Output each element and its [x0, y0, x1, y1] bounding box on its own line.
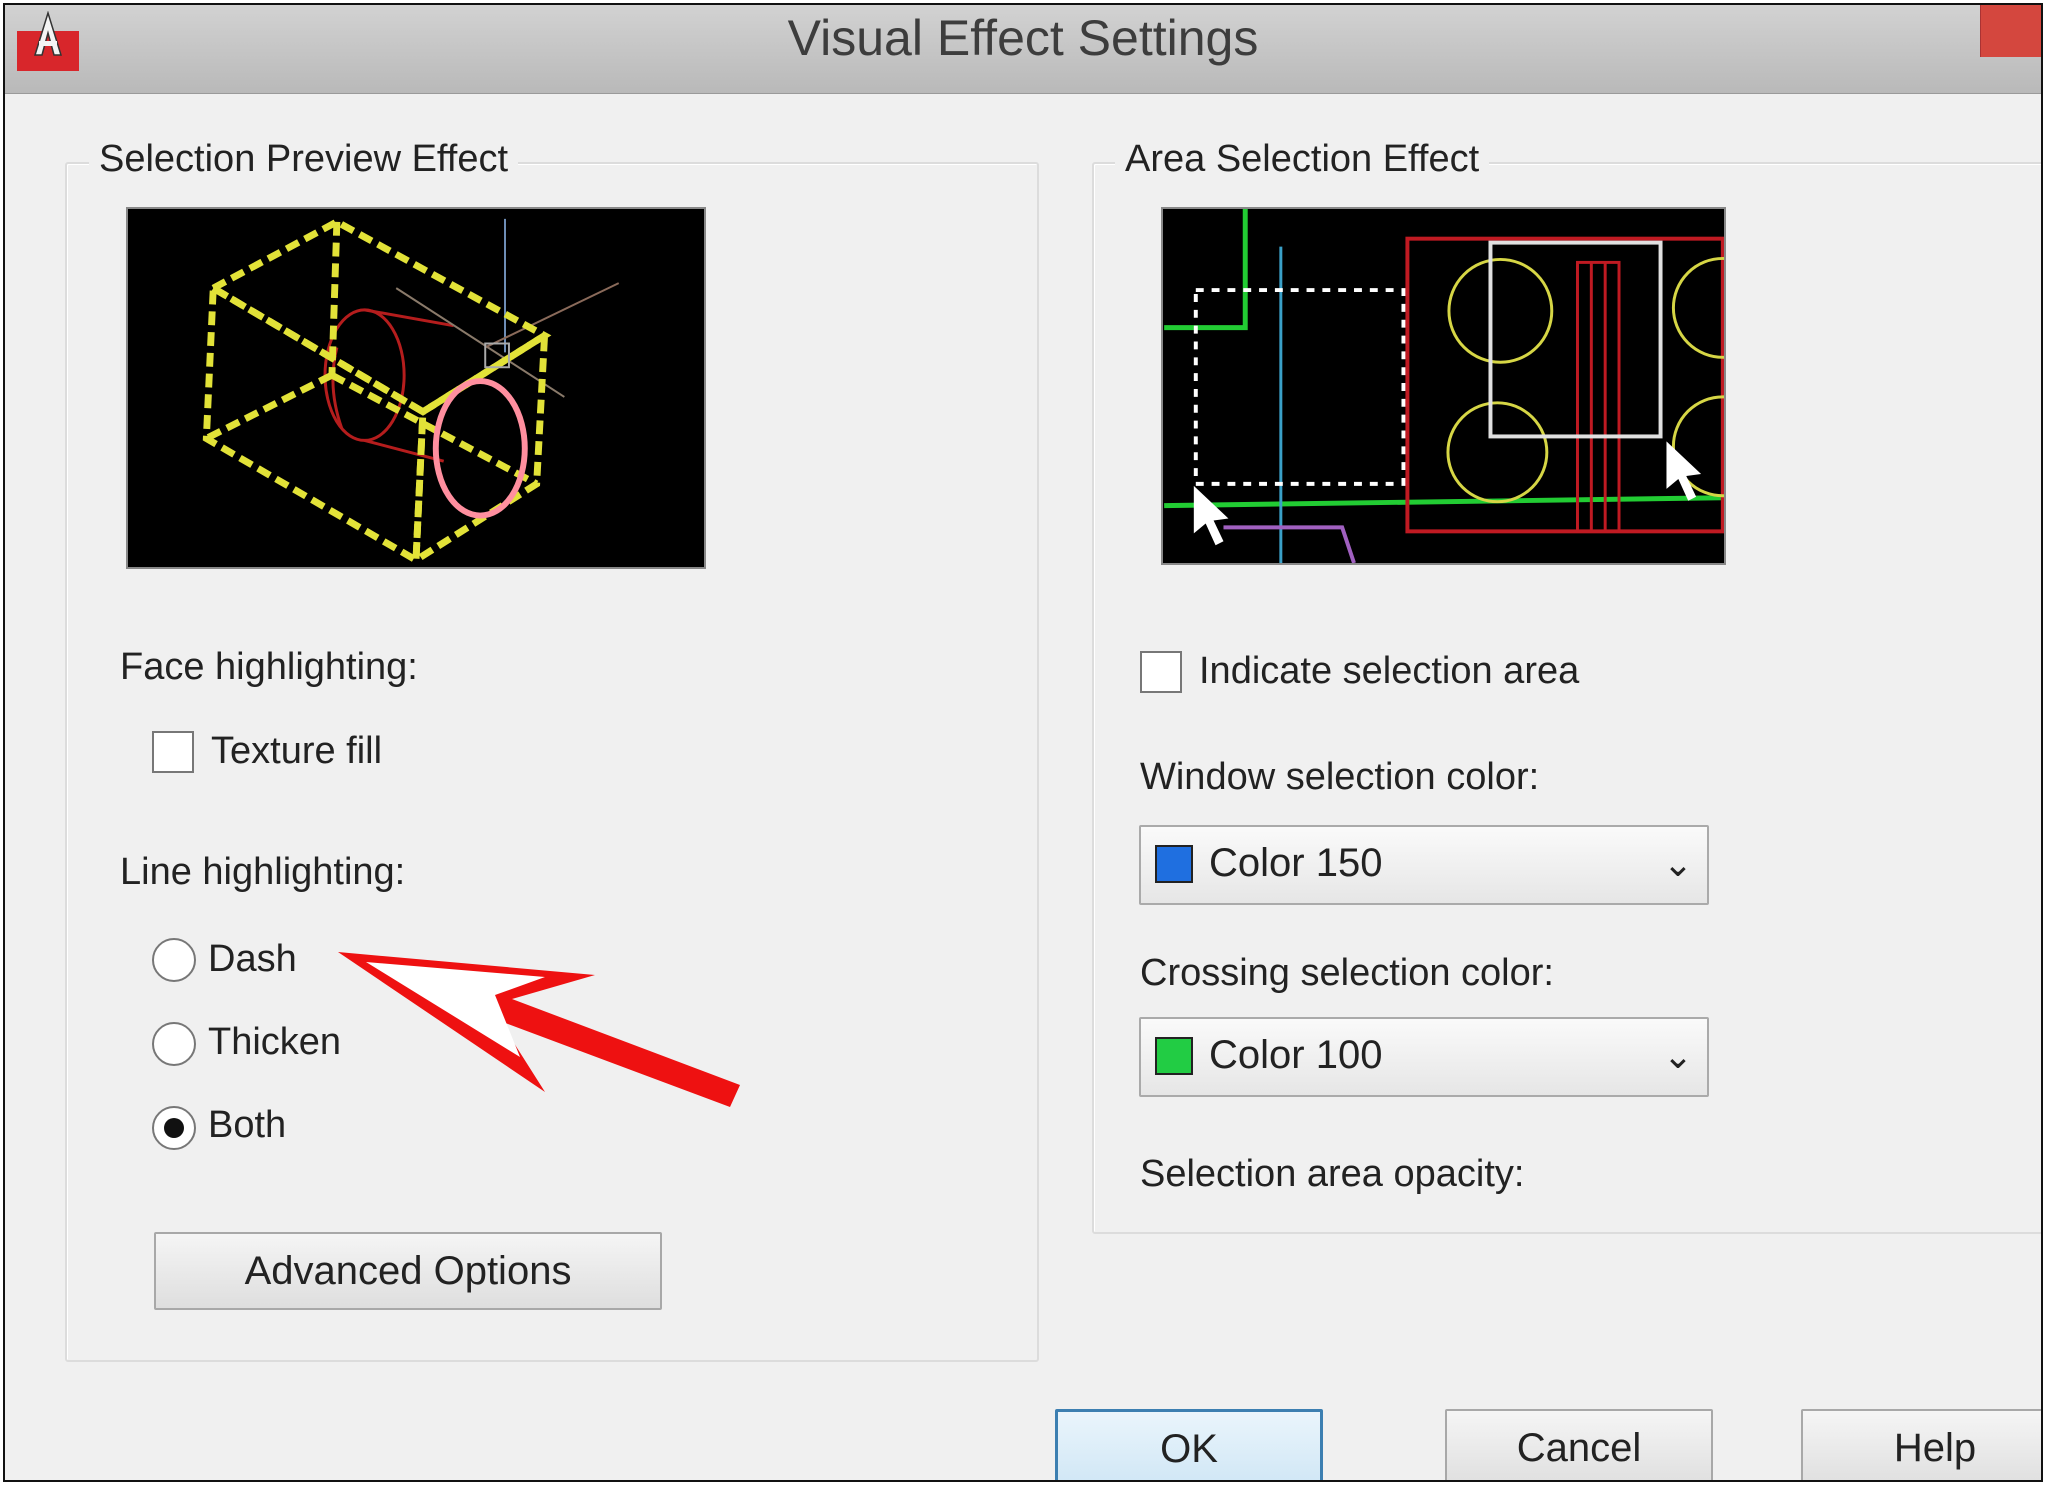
- window-color-swatch: [1155, 845, 1193, 883]
- crossing-selection-color-dropdown[interactable]: Color 100 ⌄: [1139, 1017, 1709, 1097]
- help-button[interactable]: Help: [1801, 1409, 2041, 1480]
- red-arrow-icon: [338, 952, 740, 1107]
- line-highlighting-label: Line highlighting:: [120, 851, 406, 893]
- crossing-color-swatch: [1155, 1037, 1193, 1075]
- thicken-radio-label[interactable]: Thicken: [208, 1021, 341, 1064]
- crossing-selection-color-label: Crossing selection color:: [1140, 952, 1554, 994]
- window-selection-color-dropdown[interactable]: Color 150 ⌄: [1139, 825, 1709, 905]
- chevron-down-icon: ⌄: [1662, 1035, 1693, 1076]
- selection-area-opacity-label: Selection area opacity:: [1140, 1153, 1525, 1195]
- indicate-selection-area-label[interactable]: Indicate selection area: [1199, 650, 1579, 693]
- both-radio-selected-dot: [164, 1118, 184, 1138]
- window-title: Visual Effect Settings: [787, 10, 1259, 66]
- both-radio-label[interactable]: Both: [208, 1104, 286, 1147]
- window-selection-color-label: Window selection color:: [1140, 756, 1540, 798]
- indicate-selection-area-checkbox[interactable]: [1140, 651, 1182, 693]
- chevron-down-icon: ⌄: [1662, 843, 1693, 884]
- texture-fill-label[interactable]: Texture fill: [211, 730, 382, 773]
- both-radio[interactable]: [152, 1106, 196, 1150]
- texture-fill-checkbox[interactable]: [152, 731, 194, 773]
- selection-preview-image: [126, 207, 706, 569]
- crossing-color-value: Color 100: [1209, 1033, 1383, 1077]
- cancel-button[interactable]: Cancel: [1445, 1409, 1713, 1480]
- ok-button[interactable]: OK: [1055, 1409, 1323, 1480]
- title-bar[interactable]: Visual Effect Settings: [5, 5, 2041, 94]
- area-selection-group-label: Area Selection Effect: [1115, 138, 1490, 181]
- thicken-radio[interactable]: [152, 1022, 196, 1066]
- window-color-value: Color 150: [1209, 841, 1383, 885]
- dash-radio[interactable]: [152, 938, 196, 982]
- area-selection-preview-image: [1161, 207, 1726, 565]
- face-highlighting-label: Face highlighting:: [120, 646, 418, 688]
- dash-radio-label[interactable]: Dash: [208, 938, 297, 981]
- selection-preview-group-label: Selection Preview Effect: [89, 138, 519, 181]
- advanced-options-button[interactable]: Advanced Options: [154, 1232, 662, 1310]
- visual-effect-settings-dialog: Visual Effect Settings Selection Preview…: [3, 3, 2043, 1482]
- close-button[interactable]: [1980, 5, 2041, 57]
